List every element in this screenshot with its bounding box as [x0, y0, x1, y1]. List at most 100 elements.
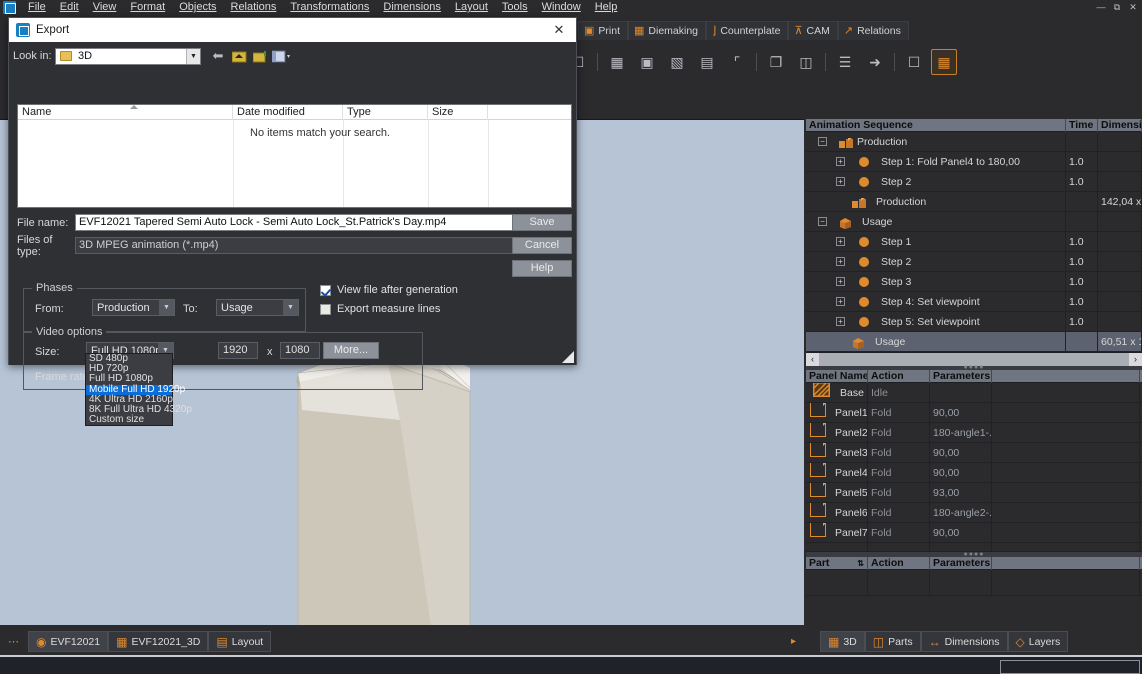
- view-tab-dimensions[interactable]: ↔ Dimensions: [920, 631, 1008, 652]
- more-button[interactable]: More...: [323, 342, 379, 359]
- table-row[interactable]: Panel6 Fold 180-angle2-...: [806, 502, 1142, 523]
- col-date-modified[interactable]: Date modified: [233, 105, 343, 120]
- grid-layout-icon[interactable]: ▤: [694, 49, 720, 75]
- expand-expander[interactable]: +: [836, 257, 845, 266]
- sort-arrows-icon[interactable]: ⇅: [857, 557, 867, 570]
- scroll-right-icon[interactable]: ›: [1129, 352, 1142, 366]
- video-height-input[interactable]: 1080: [280, 342, 320, 359]
- split-sheet-icon[interactable]: ◫: [793, 49, 819, 75]
- ribbon-tab-diemaking[interactable]: ▦ Diemaking: [628, 21, 707, 40]
- pointer-area-icon[interactable]: ➜: [862, 49, 888, 75]
- part-empty-row-2[interactable]: [806, 596, 1142, 620]
- col-part-parameters[interactable]: Parameters ...: [930, 556, 992, 570]
- export-measure-checkbox-row[interactable]: Export measure lines: [320, 303, 440, 315]
- expand-expander[interactable]: +: [836, 277, 845, 286]
- table-row[interactable]: + Step 2 1.0: [806, 171, 1142, 192]
- table-row-selected[interactable]: Usage 60,51 x 1: [806, 331, 1142, 352]
- col-part-action[interactable]: Action: [868, 556, 930, 570]
- col-panel-name[interactable]: Panel Name: [806, 369, 868, 383]
- col-part[interactable]: Part: [809, 557, 829, 570]
- back-arrow-icon[interactable]: ⬅: [209, 48, 227, 65]
- scroll-left-icon[interactable]: ‹: [806, 352, 819, 366]
- menu-format[interactable]: Format: [123, 0, 172, 15]
- menu-window[interactable]: Window: [535, 0, 588, 15]
- view-file-checkbox[interactable]: [320, 284, 331, 296]
- table-row[interactable]: Panel7 Fold 90,00: [806, 522, 1142, 543]
- cancel-button[interactable]: Cancel: [512, 237, 572, 254]
- table-row[interactable]: Panel3 Fold 90,00: [806, 442, 1142, 463]
- copies-icon[interactable]: ❐: [763, 49, 789, 75]
- expand-expander[interactable]: +: [836, 157, 845, 166]
- next-arrow-icon[interactable]: ▸: [791, 636, 796, 647]
- video-width-input[interactable]: 1920: [218, 342, 258, 359]
- view-tab-parts[interactable]: ◫ Parts: [864, 631, 921, 652]
- file-name-input[interactable]: EVF12021 Tapered Semi Auto Lock - Semi A…: [75, 214, 572, 231]
- table-row[interactable]: Panel2 Fold 180-angle1-...: [806, 422, 1142, 443]
- view-mode-icon[interactable]: [272, 48, 290, 65]
- table-row[interactable]: Base Idle: [806, 382, 1142, 403]
- status-field-right[interactable]: [1000, 660, 1140, 674]
- grid-cells-icon[interactable]: ▦: [931, 49, 957, 75]
- part-empty-row-1[interactable]: [806, 569, 1142, 596]
- new-folder-icon[interactable]: [251, 48, 269, 65]
- menu-edit[interactable]: Edit: [53, 0, 86, 15]
- menu-objects[interactable]: Objects: [172, 0, 223, 15]
- expand-expander[interactable]: +: [836, 297, 845, 306]
- expand-expander[interactable]: +: [836, 237, 845, 246]
- table-row[interactable]: − Usage: [806, 211, 1142, 232]
- help-button[interactable]: Help: [512, 260, 572, 277]
- video-size-dropdown-list[interactable]: SD 480p HD 720p Full HD 1080p Mobile Ful…: [85, 353, 192, 427]
- col-dimensions[interactable]: Dimensions: [1098, 118, 1142, 132]
- chevron-down-icon[interactable]: ▼: [159, 300, 174, 315]
- menu-help[interactable]: Help: [588, 0, 625, 15]
- doc-tab-evf12021[interactable]: ◉ EVF12021: [28, 631, 109, 652]
- table-row[interactable]: − Production: [806, 131, 1142, 152]
- look-in-combo[interactable]: 3D ▼: [55, 47, 201, 65]
- ribbon-tab-print[interactable]: ▣ Print: [578, 21, 628, 40]
- doc-tab-layout[interactable]: ▤ Layout: [208, 631, 272, 652]
- col-type[interactable]: Type: [343, 105, 428, 120]
- table-row[interactable]: + Step 5: Set viewpoint 1.0: [806, 311, 1142, 332]
- dialog-title-bar[interactable]: Export ✕: [9, 18, 576, 42]
- export-measure-checkbox[interactable]: [320, 303, 331, 315]
- table-row[interactable]: + Step 2 1.0: [806, 251, 1142, 272]
- save-button[interactable]: Save: [512, 214, 572, 231]
- ribbon-tab-cam[interactable]: ⊼ CAM: [788, 21, 838, 40]
- close-icon[interactable]: ✕: [546, 19, 572, 41]
- collapse-expander[interactable]: −: [818, 137, 827, 146]
- doc-tab-evf12021-3d[interactable]: ▦ EVF12021_3D: [108, 631, 209, 652]
- col-name[interactable]: Name: [18, 105, 233, 120]
- menu-tools[interactable]: Tools: [495, 0, 535, 15]
- col-action[interactable]: Action: [868, 369, 930, 383]
- file-list[interactable]: Name Date modified Type Size No items ma…: [17, 104, 572, 208]
- menu-transformations[interactable]: Transformations: [283, 0, 376, 15]
- minimize-icon[interactable]: —: [1094, 1, 1108, 14]
- chevron-down-icon[interactable]: ▼: [283, 300, 298, 315]
- dialog-resize-grip[interactable]: [562, 351, 574, 363]
- table-row[interactable]: + Step 1: Fold Panel4 to 180,00 1.0: [806, 151, 1142, 172]
- from-phase-select[interactable]: Production ▼: [92, 299, 175, 316]
- close-window-icon[interactable]: ✕: [1126, 1, 1140, 14]
- table-row[interactable]: Panel5 Fold 93,00: [806, 482, 1142, 503]
- table-row[interactable]: + Step 3 1.0: [806, 271, 1142, 292]
- chevron-down-icon[interactable]: ▼: [186, 48, 200, 64]
- table-row[interactable]: + Step 1 1.0: [806, 231, 1142, 252]
- view-file-checkbox-row[interactable]: View file after generation: [320, 284, 458, 296]
- col-parameters[interactable]: Parameters ...: [930, 369, 992, 383]
- frame-icon[interactable]: ☐: [901, 49, 927, 75]
- table-row[interactable]: Panel4 Fold 90,00: [806, 462, 1142, 483]
- col-time[interactable]: Time: [1066, 118, 1098, 132]
- sheet-layout-icon[interactable]: ▦: [604, 49, 630, 75]
- to-phase-select[interactable]: Usage ▼: [216, 299, 299, 316]
- view-tab-3d[interactable]: ▦ 3D: [820, 631, 865, 652]
- table-row[interactable]: Production 142,04 x 1: [806, 191, 1142, 212]
- expand-expander[interactable]: +: [836, 177, 845, 186]
- nesting-icon[interactable]: ▣: [634, 49, 660, 75]
- restore-icon[interactable]: ⧉: [1110, 1, 1124, 14]
- more-dots-icon[interactable]: ⋯: [0, 635, 28, 648]
- menu-view[interactable]: View: [86, 0, 124, 15]
- view-tab-layers[interactable]: ◇ Layers: [1007, 631, 1069, 652]
- stack-icon[interactable]: ☰: [832, 49, 858, 75]
- menu-file[interactable]: File: [21, 0, 53, 15]
- sheet-add-icon[interactable]: ▧: [664, 49, 690, 75]
